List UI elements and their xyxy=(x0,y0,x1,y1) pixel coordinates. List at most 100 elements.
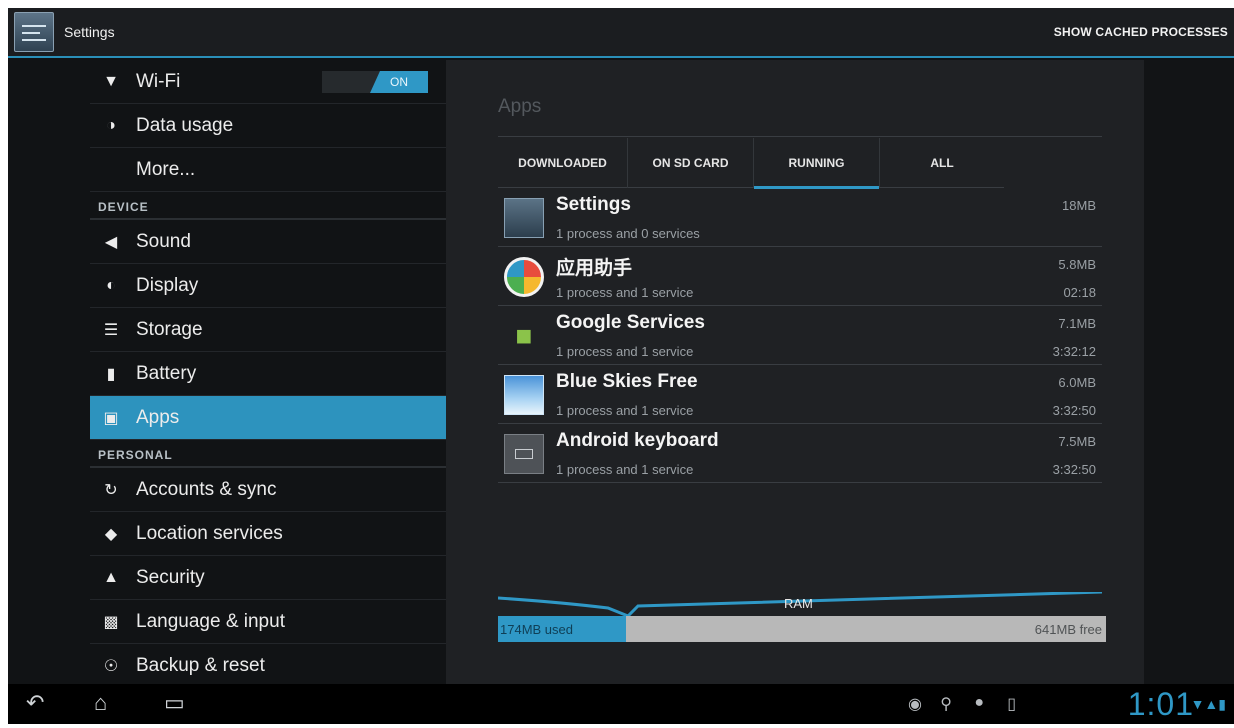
list-item[interactable]: 应用助手 1 process and 1 service 5.8MB 02:18 xyxy=(498,247,1102,306)
app-title: Settings xyxy=(64,24,115,40)
sidebar-item-label: Backup & reset xyxy=(136,654,265,676)
app-run-time: 3:32:50 xyxy=(1052,462,1096,477)
tab-on-sd-card[interactable]: ON SD CARD xyxy=(628,138,754,188)
list-item[interactable]: Android keyboard 1 process and 1 service… xyxy=(498,424,1102,483)
right-margin xyxy=(1144,60,1234,684)
android-debug-icon[interactable]: ● xyxy=(974,694,984,712)
android-robot-icon: ■ xyxy=(515,320,533,351)
app-name: Blue Skies Free xyxy=(556,371,698,392)
app-memory: 7.5MB xyxy=(1058,434,1096,449)
sidebar-item-language[interactable]: ▩ Language & input xyxy=(90,600,446,644)
tab-downloaded[interactable]: DOWNLOADED xyxy=(498,138,628,188)
system-nav-bar: ↶ ⌂ ▭ ◉ ⚲ ● ▯ 1:01 ▼▲▮ xyxy=(8,684,1234,724)
running-apps-list: Settings 1 process and 0 services 18MB 应… xyxy=(498,188,1102,483)
wifi-icon: ▼ xyxy=(103,72,119,90)
sidebar-item-label: Apps xyxy=(136,406,180,428)
app-process-info: 1 process and 1 service xyxy=(556,344,694,359)
ram-label: RAM xyxy=(784,596,813,611)
battery-icon: ▮ xyxy=(106,365,116,383)
app-name: Settings xyxy=(556,194,631,215)
tab-all[interactable]: ALL xyxy=(880,138,1004,188)
recent-apps-icon[interactable]: ▭ xyxy=(164,692,185,714)
section-header-device: DEVICE xyxy=(90,192,446,220)
sidebar-item-label: Accounts & sync xyxy=(136,478,277,500)
apps-tabs: DOWNLOADED ON SD CARD RUNNING ALL xyxy=(498,138,1004,189)
data-usage-icon: ◑ xyxy=(106,116,116,134)
status-clock[interactable]: 1:01 xyxy=(1128,686,1194,723)
apps-panel: Apps DOWNLOADED ON SD CARD RUNNING ALL S… xyxy=(446,60,1144,684)
home-icon[interactable]: ⌂ xyxy=(94,692,107,714)
wifi-battery-status-icon[interactable]: ▼▲▮ xyxy=(1191,696,1226,713)
wifi-toggle[interactable]: ON xyxy=(322,71,428,93)
sidebar-item-wifi[interactable]: ▼ Wi-Fi ON xyxy=(90,60,446,104)
storage-icon: ☰ xyxy=(103,321,119,339)
list-item[interactable]: Settings 1 process and 0 services 18MB xyxy=(498,188,1102,247)
sidebar-item-security[interactable]: ▲ Security xyxy=(90,556,446,600)
app-name: 应用助手 xyxy=(556,258,633,279)
page-title: Apps xyxy=(498,96,542,117)
sidebar-item-label: Location services xyxy=(136,522,283,544)
tab-running[interactable]: RUNNING xyxy=(754,138,880,189)
sky-wallpaper-icon xyxy=(504,375,544,415)
usb-icon[interactable]: ⚲ xyxy=(940,694,952,714)
back-icon[interactable]: ↶ xyxy=(26,692,44,714)
sidebar-item-location[interactable]: ◆ Location services xyxy=(90,512,446,556)
app-name: Google Services xyxy=(556,312,705,333)
sidebar-item-label: Wi-Fi xyxy=(136,70,181,92)
wifi-toggle-state: ON xyxy=(370,71,428,93)
brightness-icon: ◐ xyxy=(106,276,116,294)
sync-icon: ↻ xyxy=(104,481,118,499)
sidebar-item-label: Storage xyxy=(136,318,203,340)
ram-free-text: 641MB free xyxy=(1034,622,1102,637)
title-divider xyxy=(498,136,1102,137)
app-memory: 6.0MB xyxy=(1058,375,1096,390)
sidebar-item-label: More... xyxy=(136,158,196,180)
list-item[interactable]: ■ Google Services 1 process and 1 servic… xyxy=(498,306,1102,365)
app-memory: 18MB xyxy=(1062,198,1096,213)
app-run-time: 3:32:50 xyxy=(1052,403,1096,418)
settings-sidebar: ▼ Wi-Fi ON ◑ Data usage More... DEVICE ◀… xyxy=(8,60,446,688)
ram-usage-bar: 174MB used 641MB free xyxy=(498,616,1106,642)
apps-icon: ▣ xyxy=(103,409,119,427)
action-bar: Settings SHOW CACHED PROCESSES xyxy=(8,8,1234,58)
sidebar-item-backup[interactable]: ☉ Backup & reset xyxy=(90,644,446,688)
app-process-info: 1 process and 1 service xyxy=(556,285,694,300)
lock-icon: ▲ xyxy=(103,568,119,586)
app-run-time: 3:32:12 xyxy=(1052,344,1096,359)
sidebar-item-label: Language & input xyxy=(136,610,285,632)
list-item[interactable]: Blue Skies Free 1 process and 1 service … xyxy=(498,365,1102,424)
backup-icon: ☉ xyxy=(103,657,119,675)
speaker-icon: ◀ xyxy=(104,233,118,251)
show-cached-processes-button[interactable]: SHOW CACHED PROCESSES xyxy=(1054,25,1228,39)
sidebar-item-label: Display xyxy=(136,274,199,296)
sidebar-item-display[interactable]: ◐ Display xyxy=(90,264,446,308)
app-memory: 5.8MB xyxy=(1058,257,1096,272)
location-icon: ◆ xyxy=(104,525,118,543)
app-process-info: 1 process and 1 service xyxy=(556,462,694,477)
app-process-info: 1 process and 1 service xyxy=(556,403,694,418)
app-memory: 7.1MB xyxy=(1058,316,1096,331)
section-header-personal: PERSONAL xyxy=(90,440,446,468)
sidebar-item-label: Security xyxy=(136,566,205,588)
sidebar-item-data-usage[interactable]: ◑ Data usage xyxy=(90,104,446,148)
sidebar-item-apps[interactable]: ▣ Apps xyxy=(90,396,446,440)
sidebar-item-label: Sound xyxy=(136,230,191,252)
sidebar-item-label: Data usage xyxy=(136,114,234,136)
app-run-time: 02:18 xyxy=(1063,285,1096,300)
app-helper-icon xyxy=(504,257,544,297)
app-name: Android keyboard xyxy=(556,430,719,451)
notification-app-icon[interactable]: ◉ xyxy=(908,694,922,714)
settings-app-icon[interactable] xyxy=(14,12,54,52)
settings-app-icon xyxy=(504,198,544,238)
sd-card-icon[interactable]: ▯ xyxy=(1007,694,1016,714)
keyboard-letter-icon: ▩ xyxy=(103,613,119,631)
keyboard-icon xyxy=(504,434,544,474)
ram-used-text: 174MB used xyxy=(500,622,573,637)
sidebar-item-battery[interactable]: ▮ Battery xyxy=(90,352,446,396)
app-process-info: 1 process and 0 services xyxy=(556,226,700,241)
sidebar-item-label: Battery xyxy=(136,362,197,384)
sidebar-item-more[interactable]: More... xyxy=(90,148,446,192)
sidebar-item-sound[interactable]: ◀ Sound xyxy=(90,220,446,264)
sidebar-item-accounts[interactable]: ↻ Accounts & sync xyxy=(90,468,446,512)
sidebar-item-storage[interactable]: ☰ Storage xyxy=(90,308,446,352)
